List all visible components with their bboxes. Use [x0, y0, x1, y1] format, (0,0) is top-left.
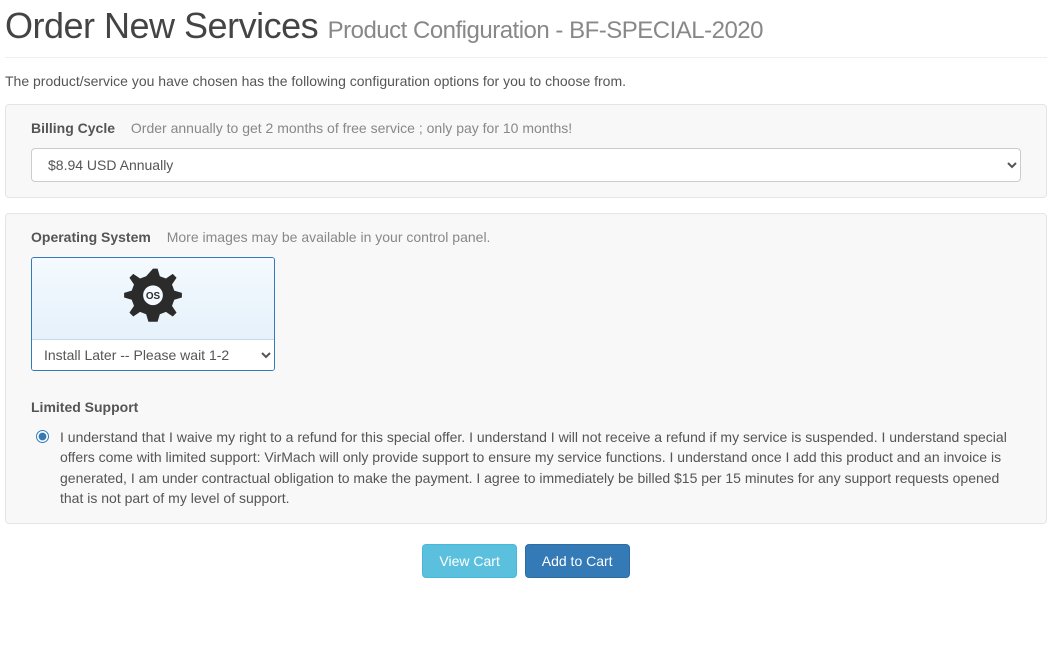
add-to-cart-button[interactable]: Add to Cart	[525, 544, 630, 578]
support-agreement-row: I understand that I waive my right to a …	[31, 427, 1021, 508]
actions-bar: View Cart Add to Cart	[5, 544, 1047, 578]
billing-cycle-select[interactable]: $8.94 USD Annually	[31, 148, 1021, 182]
support-agreement-text: I understand that I waive my right to a …	[60, 427, 1021, 508]
page-subtitle: Product Configuration - BF-SPECIAL-2020	[328, 17, 763, 44]
svg-text:OS: OS	[146, 291, 161, 302]
config-panel: Operating System More images may be avai…	[5, 213, 1047, 524]
page-title: Order New Services Product Configuration…	[5, 5, 1047, 47]
os-select[interactable]: Install Later -- Please wait 1-2	[32, 340, 274, 370]
view-cart-button[interactable]: View Cart	[422, 544, 516, 578]
os-card: OS Install Later -- Please wait 1-2	[31, 257, 275, 371]
os-image-area: OS	[32, 258, 274, 340]
billing-hint: Order annually to get 2 months of free s…	[131, 120, 572, 136]
support-label: Limited Support	[31, 399, 1021, 415]
support-agree-radio[interactable]	[36, 430, 49, 443]
os-hint: More images may be available in your con…	[167, 229, 491, 245]
page-title-main: Order New Services	[5, 5, 318, 46]
intro-text: The product/service you have chosen has …	[5, 73, 1047, 89]
billing-panel: Billing Cycle Order annually to get 2 mo…	[5, 104, 1047, 198]
divider	[5, 57, 1047, 58]
os-label: Operating System	[31, 229, 151, 245]
billing-label: Billing Cycle	[31, 120, 115, 136]
gear-os-icon: OS	[109, 261, 197, 337]
